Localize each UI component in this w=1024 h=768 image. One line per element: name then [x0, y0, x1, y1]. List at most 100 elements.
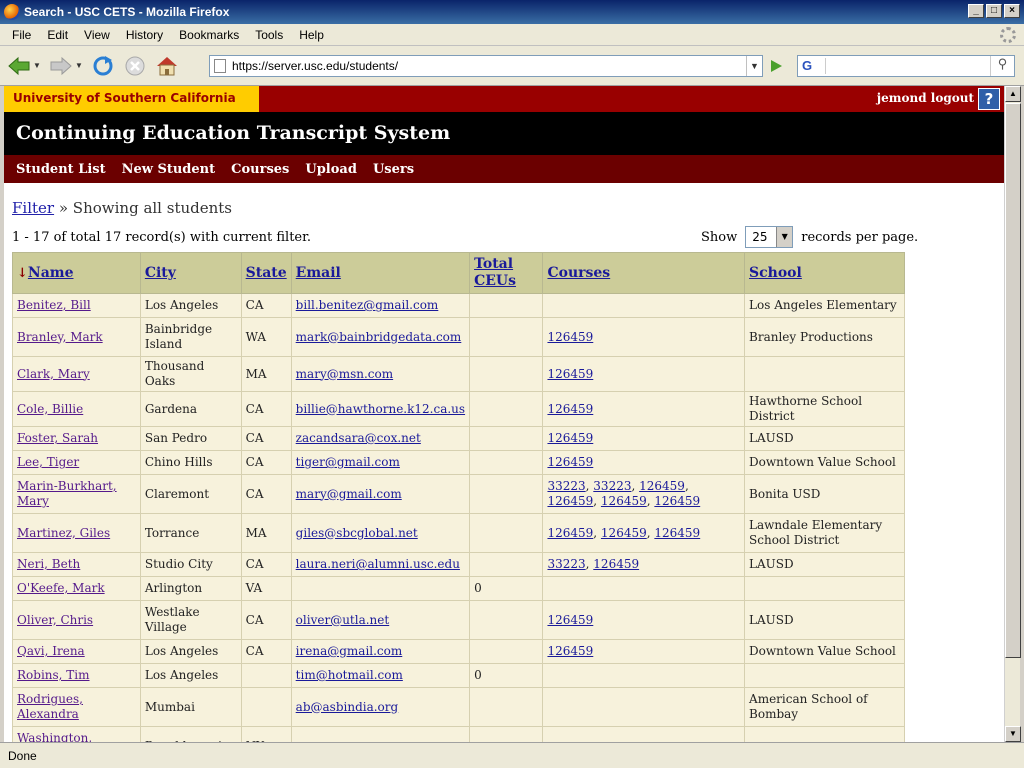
- student-name-link[interactable]: Washington, Deborah: [17, 731, 92, 742]
- menu-bookmarks[interactable]: Bookmarks: [171, 28, 247, 42]
- go-button[interactable]: [766, 57, 786, 75]
- sort-state-link[interactable]: State: [246, 265, 287, 281]
- menu-history[interactable]: History: [118, 28, 171, 42]
- sort-email-link[interactable]: Email: [296, 265, 341, 281]
- course-link[interactable]: 126459: [593, 557, 639, 571]
- student-name-link[interactable]: Rodrigues, Alexandra: [17, 692, 83, 721]
- email-link[interactable]: tiger@gmail.com: [296, 455, 400, 469]
- course-link[interactable]: 126459: [547, 402, 593, 416]
- column-header-state[interactable]: State: [240, 252, 292, 294]
- email-link[interactable]: billie@hawthorne.k12.ca.us: [296, 402, 465, 416]
- forward-dropdown-icon[interactable]: ▼: [74, 61, 84, 70]
- sort-courses-link[interactable]: Courses: [547, 265, 610, 281]
- user-logout-link[interactable]: jemond logout: [877, 91, 974, 105]
- help-icon[interactable]: ?: [978, 88, 1000, 110]
- table-row: Branley, Mark Bainbridge Island WA mark@bai…: [12, 317, 905, 357]
- column-header-courses[interactable]: Courses: [542, 252, 746, 294]
- student-name-link[interactable]: Branley, Mark: [17, 330, 103, 344]
- url-dropdown-icon[interactable]: ▼: [746, 56, 762, 76]
- menu-file[interactable]: File: [4, 28, 39, 42]
- menu-view[interactable]: View: [76, 28, 118, 42]
- column-header-ceus[interactable]: Total CEUs: [469, 252, 544, 294]
- scrollbar-thumb[interactable]: [1005, 103, 1021, 658]
- cell-ceus: [469, 317, 544, 357]
- scroll-down-icon[interactable]: ▼: [1005, 726, 1021, 742]
- email-link[interactable]: giles@sbcglobal.net: [296, 526, 418, 540]
- sort-school-link[interactable]: School: [749, 265, 802, 281]
- course-link[interactable]: 33223: [547, 557, 585, 571]
- column-header-name[interactable]: ↓Name: [12, 252, 141, 294]
- maximize-button[interactable]: □: [986, 4, 1002, 18]
- scroll-up-icon[interactable]: ▲: [1005, 86, 1021, 102]
- course-link[interactable]: 126459: [547, 455, 593, 469]
- student-name-link[interactable]: O'Keefe, Mark: [17, 581, 105, 595]
- email-link[interactable]: tim@hotmail.com: [296, 668, 403, 682]
- per-page-select[interactable]: 25 ▼: [745, 226, 794, 248]
- course-link[interactable]: 126459: [654, 494, 700, 508]
- email-link[interactable]: laura.neri@alumni.usc.edu: [296, 557, 460, 571]
- student-name-link[interactable]: Marin-Burkhart, Mary: [17, 479, 117, 508]
- email-link[interactable]: mark@bainbridgedata.com: [296, 330, 462, 344]
- email-link[interactable]: zacandsara@cox.net: [296, 431, 421, 445]
- nav-student-list[interactable]: Student List: [16, 162, 106, 177]
- course-link[interactable]: 126459: [639, 479, 685, 493]
- sort-city-link[interactable]: City: [145, 265, 176, 281]
- nav-new-student[interactable]: New Student: [122, 162, 216, 177]
- course-link[interactable]: 33223: [593, 479, 631, 493]
- chevron-down-icon[interactable]: ▼: [776, 227, 793, 247]
- sort-name-link[interactable]: Name: [28, 265, 74, 281]
- nav-upload[interactable]: Upload: [305, 162, 357, 177]
- course-link[interactable]: 126459: [654, 526, 700, 540]
- course-link[interactable]: 126459: [547, 613, 593, 627]
- student-name-link[interactable]: Benitez, Bill: [17, 298, 91, 312]
- menu-tools[interactable]: Tools: [247, 28, 291, 42]
- home-button[interactable]: [154, 53, 180, 79]
- search-engine-icon[interactable]: G: [800, 58, 826, 74]
- course-link[interactable]: 126459: [601, 494, 647, 508]
- column-header-school[interactable]: School: [744, 252, 905, 294]
- search-icon[interactable]: ⚲: [990, 56, 1014, 76]
- email-link[interactable]: mary@gmail.com: [296, 487, 402, 501]
- student-name-link[interactable]: Qavi, Irena: [17, 644, 85, 658]
- student-name-link[interactable]: Oliver, Chris: [17, 613, 93, 627]
- sort-ceus-link[interactable]: Total CEUs: [474, 256, 516, 289]
- course-link[interactable]: 126459: [547, 526, 593, 540]
- menu-edit[interactable]: Edit: [39, 28, 76, 42]
- forward-button[interactable]: [48, 53, 74, 79]
- student-name-link[interactable]: Robins, Tim: [17, 668, 90, 682]
- close-button[interactable]: ×: [1004, 4, 1020, 18]
- student-name-link[interactable]: Martinez, Giles: [17, 526, 110, 540]
- student-name-link[interactable]: Cole, Billie: [17, 402, 83, 416]
- course-link[interactable]: 126459: [547, 644, 593, 658]
- student-name-link[interactable]: Neri, Beth: [17, 557, 80, 571]
- course-link[interactable]: 126459: [601, 526, 647, 540]
- email-link[interactable]: bill.benitez@gmail.com: [296, 298, 439, 312]
- email-link[interactable]: oliver@utla.net: [296, 613, 390, 627]
- course-link[interactable]: 126459: [547, 367, 593, 381]
- menu-help[interactable]: Help: [291, 28, 332, 42]
- email-link[interactable]: mary@msn.com: [296, 367, 393, 381]
- course-link[interactable]: 126459: [547, 431, 593, 445]
- back-dropdown-icon[interactable]: ▼: [32, 61, 42, 70]
- url-bar[interactable]: https://server.usc.edu/students/ ▼: [209, 55, 763, 77]
- minimize-button[interactable]: _: [968, 4, 984, 18]
- email-link[interactable]: irena@gmail.com: [296, 644, 403, 658]
- course-link[interactable]: 126459: [547, 494, 593, 508]
- vertical-scrollbar[interactable]: ▲ ▼: [1004, 86, 1021, 742]
- nav-courses[interactable]: Courses: [231, 162, 289, 177]
- student-name-link[interactable]: Clark, Mary: [17, 367, 90, 381]
- column-header-city[interactable]: City: [139, 252, 242, 294]
- nav-users[interactable]: Users: [373, 162, 414, 177]
- stop-button[interactable]: [122, 53, 148, 79]
- reload-button[interactable]: [90, 53, 116, 79]
- back-button[interactable]: [6, 53, 32, 79]
- course-link[interactable]: 33223: [547, 479, 585, 493]
- filter-link[interactable]: Filter: [12, 199, 54, 217]
- student-name-link[interactable]: Lee, Tiger: [17, 455, 79, 469]
- column-header-email[interactable]: Email: [290, 252, 471, 294]
- cell-ceus: [469, 513, 544, 553]
- course-link[interactable]: 126459: [547, 330, 593, 344]
- search-input[interactable]: G ⚲: [797, 55, 1015, 77]
- email-link[interactable]: ab@asbindia.org: [296, 700, 399, 714]
- student-name-link[interactable]: Foster, Sarah: [17, 431, 98, 445]
